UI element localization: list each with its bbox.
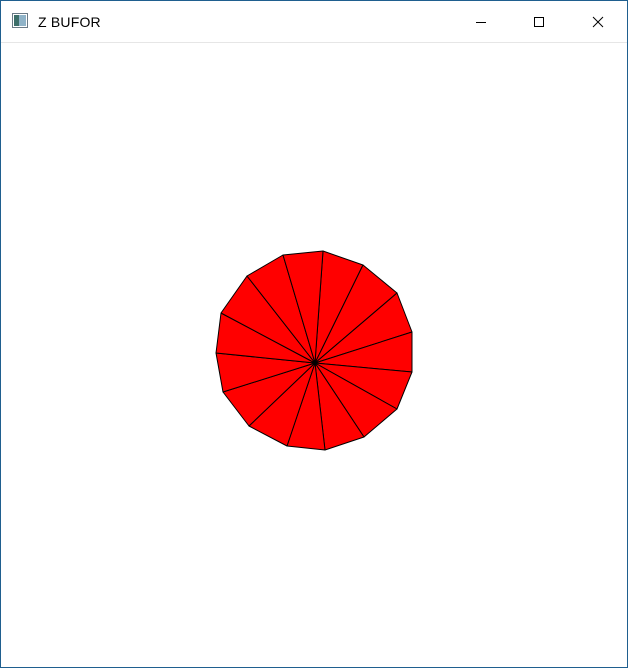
window-title: Z BUFOR [38, 14, 101, 30]
fan-disc [215, 250, 413, 451]
maximize-button[interactable] [510, 1, 568, 42]
close-icon [592, 16, 604, 27]
close-button[interactable] [569, 1, 627, 42]
scene-drawing [215, 250, 413, 451]
minimize-icon [476, 21, 486, 23]
app-window: Z BUFOR [0, 0, 628, 668]
title-bar[interactable]: Z BUFOR [1, 1, 627, 43]
maximize-icon [534, 16, 544, 27]
minimize-button[interactable] [452, 1, 510, 42]
render-canvas[interactable] [1, 43, 627, 667]
app-window-icon [12, 13, 28, 28]
